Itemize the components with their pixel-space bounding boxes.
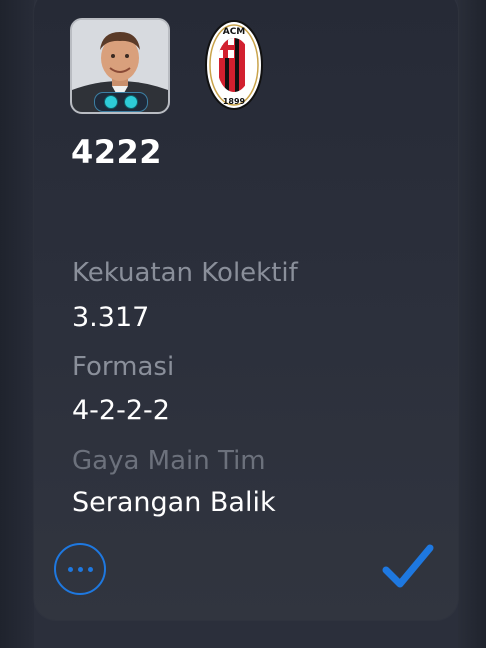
more-options-button[interactable]	[54, 543, 106, 595]
confirm-button[interactable]	[380, 540, 436, 596]
formation-value: 4-2-2-2	[72, 395, 170, 426]
club-badge-text: ACM	[223, 27, 246, 37]
checkmark-icon	[382, 544, 434, 588]
manager-avatar[interactable]	[70, 18, 170, 114]
left-panel-edge	[0, 0, 34, 648]
manager-skill-badge	[94, 92, 148, 112]
skill-icon	[104, 95, 118, 109]
play-style-value: Serangan Balik	[72, 487, 276, 518]
formation-code: 4222	[71, 133, 163, 171]
team-strength-label: Kekuatan Kolektif	[72, 258, 298, 288]
formation-label: Formasi	[72, 352, 175, 382]
club-badge-year: 1899	[223, 97, 246, 106]
play-style-label: Gaya Main Tim	[72, 446, 266, 476]
right-panel-edge	[458, 0, 486, 648]
skill-icon	[124, 95, 138, 109]
ellipsis-circle-icon	[67, 566, 73, 572]
club-badge: ACM 1899	[204, 18, 264, 114]
team-strength-value: 3.317	[72, 302, 150, 333]
